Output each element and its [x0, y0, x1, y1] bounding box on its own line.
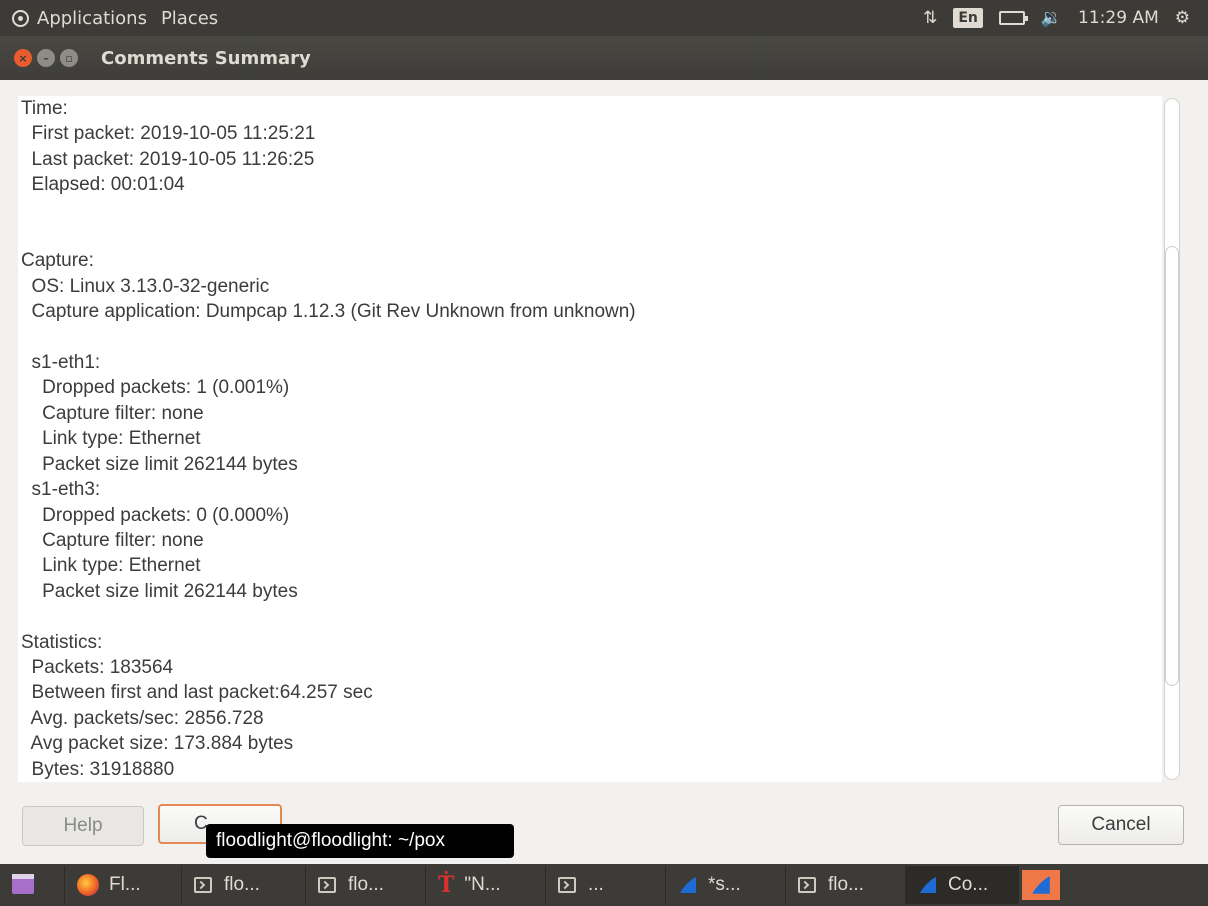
ubuntu-logo-icon — [12, 9, 29, 27]
wireshark-icon — [920, 877, 936, 893]
taskbar-item-terminal[interactable]: ... — [545, 866, 663, 904]
taskbar-item-label: flo... — [348, 874, 384, 895]
tk-app-icon: Ṫ — [438, 872, 455, 898]
wireshark-icon — [680, 877, 696, 893]
taskbar-wireshark-launcher[interactable] — [1022, 870, 1060, 900]
taskbar-item-wireshark-active[interactable]: Co... — [905, 866, 1019, 904]
taskbar-item-terminal[interactable]: flo... — [785, 866, 903, 904]
taskbar-item-label: Fl... — [109, 874, 141, 895]
taskbar-item-terminal[interactable]: flo... — [305, 866, 423, 904]
places-menu[interactable]: Places — [161, 8, 218, 29]
taskbar-tooltip: floodlight@floodlight: ~/pox — [206, 824, 514, 858]
network-icon[interactable]: ⇅ — [923, 8, 937, 28]
settings-gear-icon[interactable]: ⚙ — [1175, 8, 1190, 28]
battery-icon[interactable] — [998, 11, 1028, 25]
firefox-icon — [77, 874, 99, 896]
top-panel-menus: Applications Places — [0, 8, 232, 29]
scrollbar-thumb[interactable] — [1165, 246, 1179, 686]
taskbar-item-label: flo... — [224, 874, 260, 895]
wireshark-icon — [1032, 876, 1050, 894]
terminal-icon — [318, 877, 336, 893]
keyboard-layout-indicator[interactable]: En — [953, 8, 983, 28]
terminal-icon — [194, 877, 212, 893]
taskbar-item-label: "N... — [464, 874, 501, 895]
taskbar: Fl... flo... flo... Ṫ "N... ... *s... fl… — [0, 864, 1208, 906]
clock[interactable]: 11:29 AM — [1078, 8, 1159, 28]
applications-menu[interactable]: Applications — [37, 8, 147, 29]
summary-text-area[interactable]: Time: First packet: 2019-10-05 11:25:21 … — [18, 96, 1182, 782]
window-title: Comments Summary — [101, 47, 311, 69]
help-button[interactable]: Help — [22, 806, 144, 846]
taskbar-item-terminal[interactable]: flo... — [181, 866, 303, 904]
window-maximize-icon[interactable]: ▫ — [60, 49, 78, 67]
terminal-icon — [798, 877, 816, 893]
taskbar-item-label: *s... — [708, 874, 741, 895]
window-minimize-icon[interactable]: – — [37, 49, 55, 67]
window-close-icon[interactable]: × — [14, 49, 32, 67]
taskbar-item-label: Co... — [948, 874, 989, 895]
window-titlebar[interactable]: × – ▫ Comments Summary — [0, 36, 1208, 80]
show-desktop-icon[interactable] — [12, 874, 34, 894]
taskbar-item-label: ... — [588, 874, 604, 895]
taskbar-item-wireshark[interactable]: *s... — [665, 866, 783, 904]
terminal-icon — [558, 877, 576, 893]
vertical-scrollbar[interactable] — [1162, 96, 1182, 782]
cancel-button[interactable]: Cancel — [1058, 805, 1184, 845]
taskbar-item-firefox[interactable]: Fl... — [64, 866, 179, 904]
volume-icon[interactable]: 🔉 — [1041, 8, 1062, 28]
taskbar-item-label: flo... — [828, 874, 864, 895]
taskbar-item-tk-app[interactable]: Ṫ "N... — [425, 866, 543, 904]
top-panel: Applications Places ⇅ En 🔉 11:29 AM ⚙ — [0, 0, 1208, 36]
summary-text[interactable]: Time: First packet: 2019-10-05 11:25:21 … — [18, 96, 1182, 782]
indicator-area: ⇅ En 🔉 11:29 AM ⚙ — [923, 8, 1208, 28]
